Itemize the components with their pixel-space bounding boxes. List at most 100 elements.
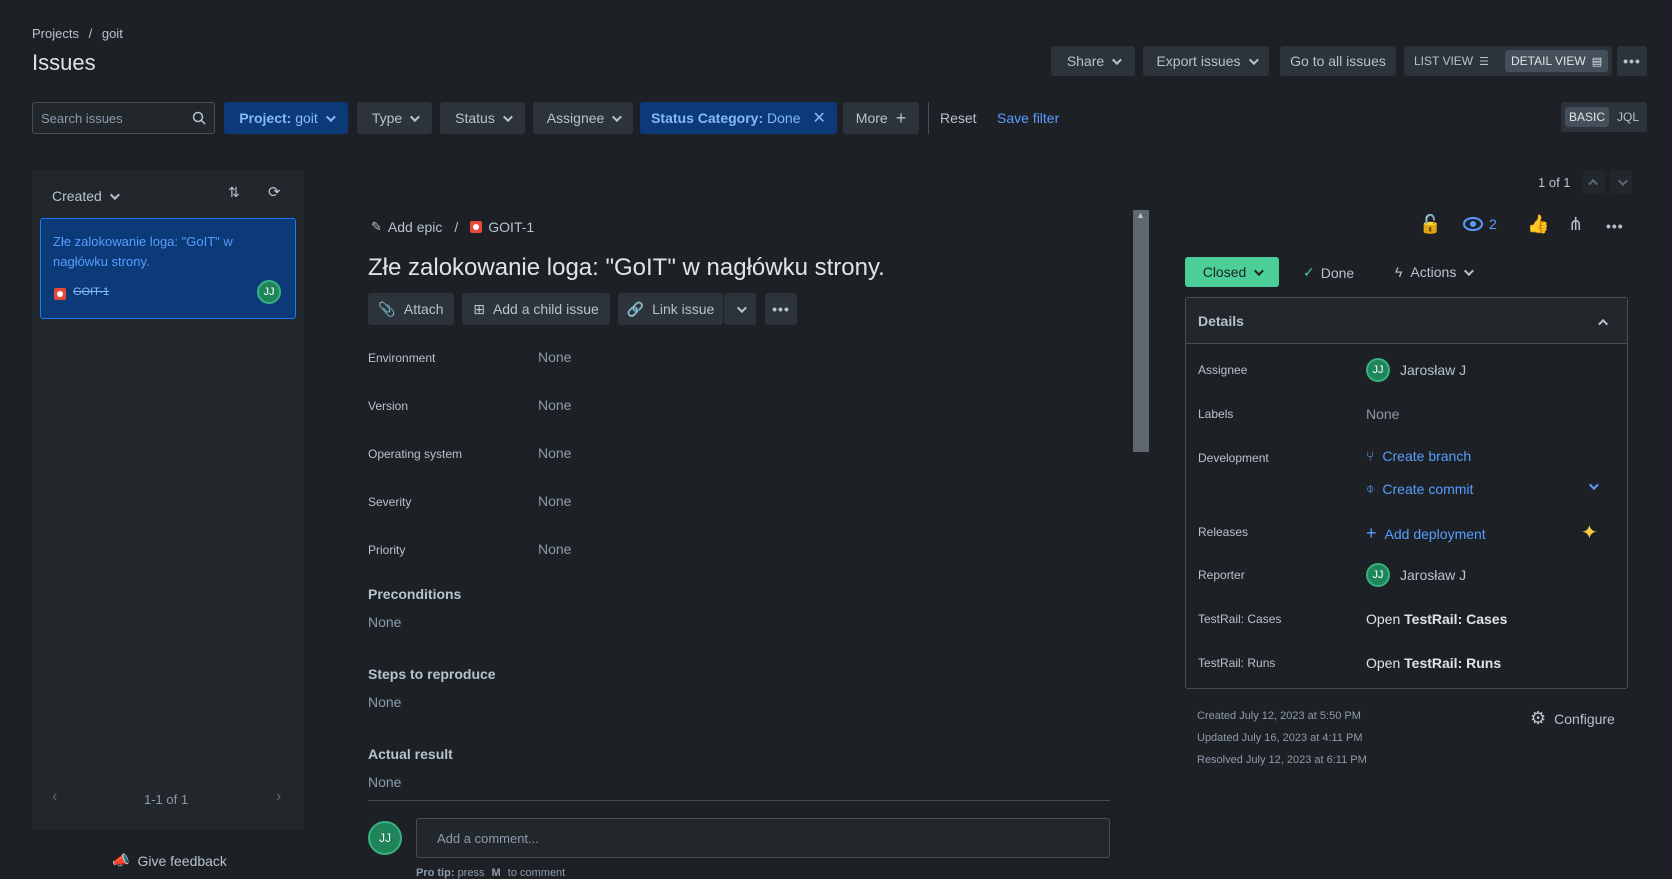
- link-issue-dropdown[interactable]: [724, 293, 756, 325]
- add-deployment-link[interactable]: + Add deployment: [1366, 523, 1486, 544]
- details-panel: Details Assignee JJ Jarosław J Labels No…: [1185, 297, 1628, 689]
- issue-title[interactable]: Złe zalokowanie loga: "GoIT" w nagłówku …: [368, 254, 885, 282]
- add-epic-link[interactable]: Add epic: [388, 219, 442, 235]
- pager-down-button[interactable]: [1610, 170, 1632, 194]
- search-input[interactable]: Search issues: [41, 111, 192, 126]
- avatar: JJ: [368, 821, 402, 855]
- branch-icon: ⑂: [1366, 448, 1375, 464]
- next-page-icon[interactable]: ›: [276, 788, 281, 806]
- field-value[interactable]: None: [538, 541, 571, 557]
- project-filter[interactable]: Project: goit: [224, 102, 348, 134]
- breadcrumb-projects[interactable]: Projects: [32, 26, 79, 41]
- refresh-icon[interactable]: ⟳: [268, 183, 281, 201]
- chevron-down-icon: [1248, 54, 1259, 65]
- chevron-down-icon: [1112, 54, 1123, 65]
- field-value[interactable]: None: [538, 493, 571, 509]
- actions-dropdown[interactable]: ϟ Actions: [1395, 264, 1475, 280]
- issue-key-link[interactable]: GOIT-1: [488, 219, 534, 235]
- pencil-icon: ✎: [371, 219, 382, 234]
- watch-button[interactable]: 2: [1463, 216, 1497, 232]
- link-icon: 🔗: [626, 300, 645, 317]
- assignee-label: Assignee: [1198, 363, 1248, 377]
- configure-button[interactable]: ⚙ Configure: [1530, 708, 1615, 729]
- comment-divider: [368, 800, 1110, 801]
- status-category-filter[interactable]: Status Category: Done ✕: [640, 102, 837, 134]
- section-value[interactable]: None: [368, 774, 401, 790]
- export-issues-button[interactable]: Export issues: [1143, 46, 1269, 76]
- section-value[interactable]: None: [368, 614, 401, 630]
- watcher-count: 2: [1489, 216, 1497, 232]
- jql-mode-button[interactable]: JQL: [1613, 107, 1643, 127]
- prev-page-icon[interactable]: ‹: [52, 788, 57, 806]
- sparkle-icon[interactable]: ✦: [1581, 520, 1598, 545]
- list-icon: ☰: [1479, 55, 1490, 68]
- list-item[interactable]: Złe zalokowanie loga: "GoIT" w nagłówku …: [40, 218, 296, 319]
- details-header[interactable]: Details: [1186, 298, 1627, 344]
- pager-up-button[interactable]: [1583, 170, 1605, 194]
- breadcrumb-project[interactable]: goit: [102, 26, 123, 41]
- more-filters-button[interactable]: More +: [843, 102, 919, 134]
- reporter-value[interactable]: JJ Jarosław J: [1366, 563, 1466, 587]
- give-feedback-button[interactable]: 📣 Give feedback: [112, 852, 227, 869]
- more-actions-button[interactable]: •••: [1617, 46, 1647, 76]
- chevron-down-icon: [1464, 265, 1475, 276]
- link-issue-label: Link issue: [652, 301, 715, 317]
- avatar: JJ: [1366, 358, 1390, 382]
- save-filter-button[interactable]: Save filter: [997, 110, 1059, 126]
- development-label: Development: [1198, 451, 1269, 465]
- assignee-filter[interactable]: Assignee: [533, 102, 633, 134]
- detail-view-button[interactable]: DETAIL VIEW ▤: [1505, 50, 1609, 72]
- attach-button[interactable]: 📎 Attach: [368, 293, 454, 325]
- lock-icon[interactable]: 🔓: [1419, 214, 1441, 235]
- testrail-runs-label: TestRail: Runs: [1198, 656, 1276, 670]
- section-value[interactable]: None: [368, 694, 401, 710]
- scrollbar[interactable]: [1133, 210, 1149, 452]
- field-label: Operating system: [368, 447, 463, 461]
- scroll-up-icon[interactable]: ▲: [1136, 210, 1145, 220]
- sort-dropdown[interactable]: Created: [52, 188, 120, 204]
- field-value[interactable]: None: [538, 397, 571, 413]
- testrail-runs-link[interactable]: Open TestRail: Runs: [1366, 655, 1501, 671]
- issue-more-button[interactable]: •••: [765, 293, 797, 325]
- chevron-down-icon[interactable]: [1588, 480, 1599, 491]
- create-branch-label: Create branch: [1382, 448, 1472, 464]
- chevron-down-icon: [410, 111, 421, 122]
- status-dropdown[interactable]: Closed: [1185, 257, 1279, 287]
- field-value[interactable]: None: [538, 445, 571, 461]
- labels-value[interactable]: None: [1366, 406, 1399, 422]
- section-heading: Preconditions: [368, 586, 462, 602]
- created-date: Created July 12, 2023 at 5:50 PM: [1197, 710, 1361, 722]
- status-filter[interactable]: Status: [440, 102, 525, 134]
- plus-icon: +: [895, 107, 907, 128]
- create-branch-link[interactable]: ⑂ Create branch: [1366, 448, 1471, 464]
- basic-mode-button[interactable]: BASIC: [1564, 107, 1609, 127]
- like-icon[interactable]: 👍: [1527, 214, 1549, 235]
- clear-icon[interactable]: ✕: [812, 108, 825, 128]
- add-child-issue-button[interactable]: ⊞ Add a child issue: [462, 293, 610, 325]
- add-deployment-label: Add deployment: [1384, 525, 1486, 542]
- link-issue-button[interactable]: 🔗 Link issue: [618, 293, 723, 325]
- share-button[interactable]: Share: [1051, 46, 1135, 76]
- more-icon[interactable]: •••: [1606, 218, 1624, 234]
- status-label: Closed: [1202, 264, 1247, 280]
- chevron-down-icon: [325, 111, 336, 122]
- search-field[interactable]: Search issues: [32, 102, 215, 134]
- sort-order-icon[interactable]: ⇅: [228, 184, 240, 201]
- field-value[interactable]: None: [538, 349, 571, 365]
- comment-input[interactable]: Add a comment...: [416, 818, 1110, 858]
- testrail-cases-value: TestRail: Cases: [1404, 611, 1508, 627]
- testrail-cases-link[interactable]: Open TestRail: Cases: [1366, 611, 1507, 627]
- reset-button[interactable]: Reset: [940, 110, 977, 126]
- list-view-button[interactable]: LIST VIEW ☰: [1414, 54, 1489, 68]
- type-filter[interactable]: Type: [357, 102, 432, 134]
- megaphone-icon: 📣: [112, 852, 130, 868]
- field-label: Environment: [368, 351, 436, 365]
- more-icon: •••: [1623, 53, 1641, 69]
- go-to-all-issues-button[interactable]: Go to all issues: [1280, 46, 1396, 76]
- project-filter-key: Project:: [239, 110, 292, 126]
- bug-icon: [470, 221, 483, 233]
- share-icon[interactable]: ⋔: [1568, 214, 1583, 235]
- add-child-label: Add a child issue: [492, 301, 599, 317]
- create-commit-link[interactable]: ⌽ Create commit: [1366, 480, 1473, 497]
- assignee-value[interactable]: JJ Jarosław J: [1366, 358, 1466, 382]
